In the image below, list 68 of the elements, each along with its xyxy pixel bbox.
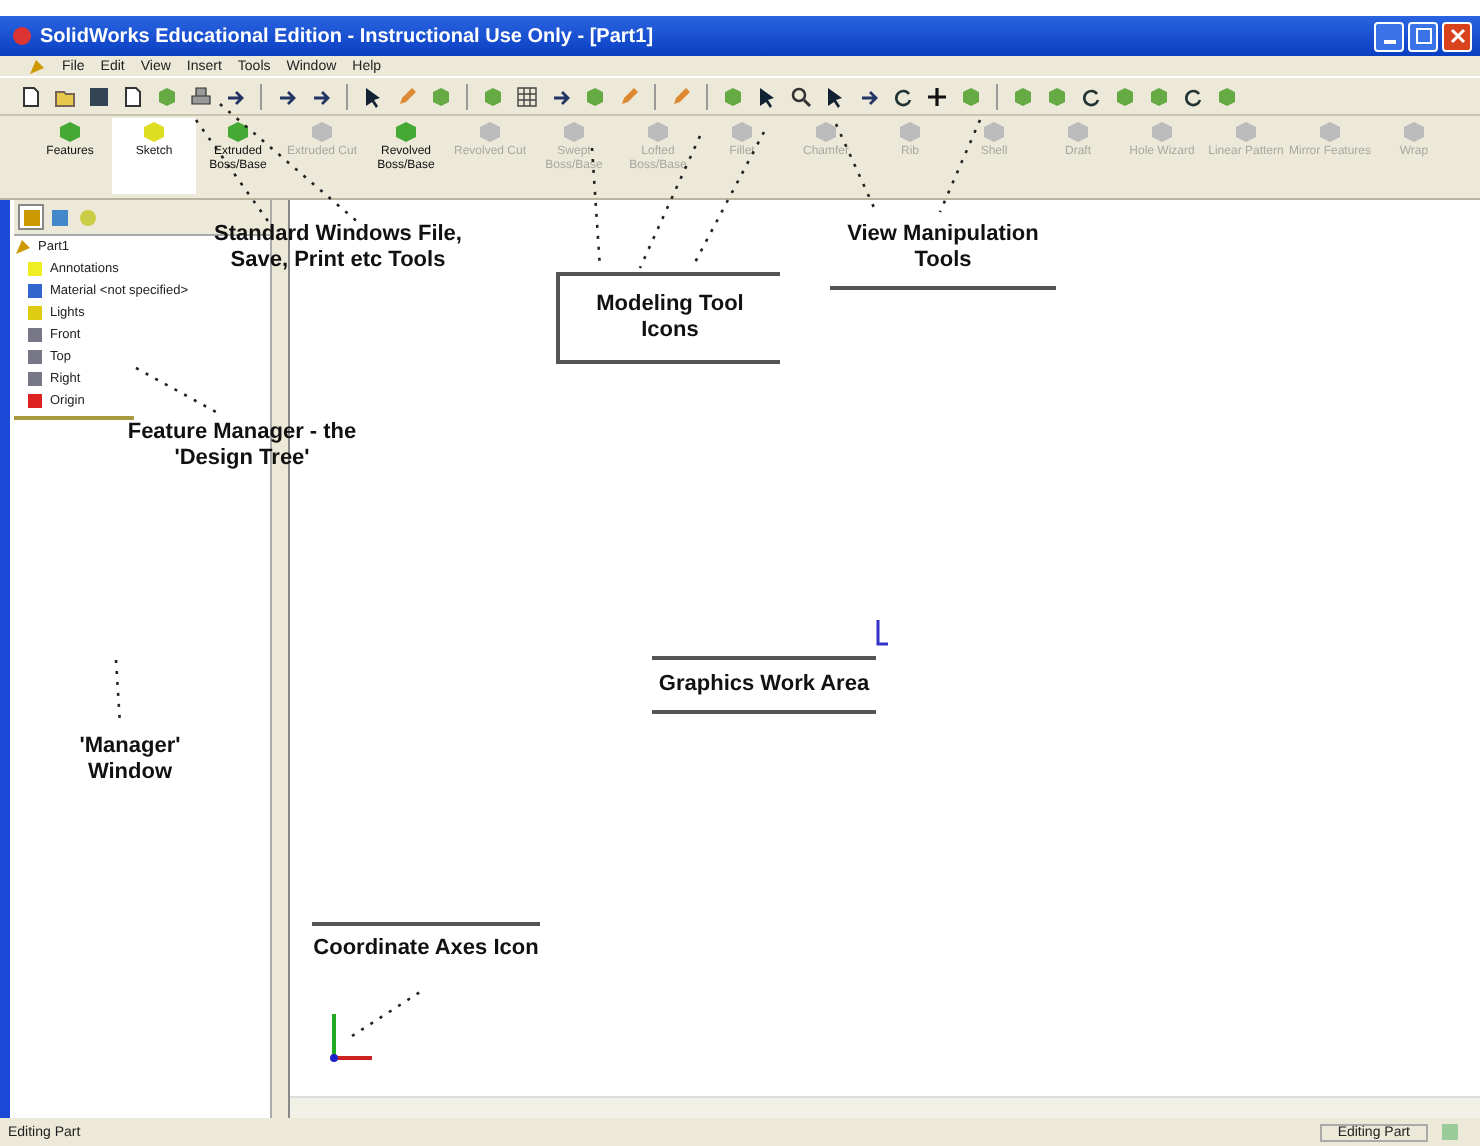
tab[interactable] (46, 204, 72, 230)
part-icon (14, 238, 32, 256)
callout-label: View Manipulation Tools (830, 216, 1056, 290)
callout-label: 'Manager' Window (77, 732, 183, 788)
callout-label: Modeling Tool Icons (556, 272, 780, 364)
rotate-icon (1080, 85, 1102, 107)
callout-label: Standard Windows File, Save, Print etc Tools (212, 220, 464, 276)
maximize-icon (1415, 28, 1431, 44)
arrow-icon (224, 85, 246, 107)
coordinate-axes-icon (328, 1010, 376, 1062)
page-icon (20, 85, 42, 107)
pencil-icon (618, 85, 640, 107)
callout-label: Coordinate Axes Icon (312, 922, 540, 968)
cube-icon (1066, 120, 1090, 144)
cube-icon (814, 120, 838, 144)
cube-icon (430, 85, 452, 107)
grid-icon (516, 85, 538, 107)
page-icon (122, 85, 144, 107)
cube-icon (394, 120, 418, 144)
cube-icon (1046, 85, 1068, 107)
maximize-button[interactable] (1408, 21, 1438, 51)
close-icon (1449, 28, 1465, 44)
cube-icon (562, 120, 586, 144)
pencil-icon (396, 85, 418, 107)
cube-icon (156, 85, 178, 107)
cube-icon (1150, 120, 1174, 144)
cube-icon (1318, 120, 1342, 144)
pencil-icon (670, 85, 692, 107)
cursor-icon (824, 85, 846, 107)
cube-icon (1234, 120, 1258, 144)
cursor-icon (362, 85, 384, 107)
cube-icon (730, 120, 754, 144)
minimize-button[interactable] (1374, 21, 1404, 51)
cube-icon (584, 85, 606, 107)
window-title: SolidWorks Educational Edition - Instructional Use Only - [Part1] (40, 25, 654, 47)
cube-icon (722, 85, 744, 107)
cube-icon (646, 120, 670, 144)
cursor-icon (756, 85, 778, 107)
callout-label: Graphics Work Area (652, 656, 876, 714)
cube-icon (1148, 85, 1170, 107)
printer-icon (190, 85, 212, 107)
plus-icon (926, 85, 948, 107)
cube-icon (482, 85, 504, 107)
cube-icon (58, 120, 82, 144)
callout-label: Feature Manager - the 'Design Tree' (125, 418, 359, 474)
toolbar-button[interactable] (512, 81, 542, 111)
tab[interactable] (18, 204, 44, 230)
arrow-icon (550, 85, 572, 107)
close-button[interactable] (1442, 21, 1472, 51)
cube-icon (1402, 120, 1426, 144)
cube-icon (478, 120, 502, 144)
cube-icon (1012, 85, 1034, 107)
cube-icon (142, 120, 166, 144)
arrow-icon (310, 85, 332, 107)
cube-icon (310, 120, 334, 144)
scroll-bar[interactable] (290, 1096, 1480, 1118)
cube-icon (226, 120, 250, 144)
search-icon (790, 85, 812, 107)
cube-icon (1216, 85, 1238, 107)
cube-icon (1114, 85, 1136, 107)
cube-icon (982, 120, 1006, 144)
cube-icon (960, 85, 982, 107)
cube-icon (898, 120, 922, 144)
rotate-icon (1182, 85, 1204, 107)
status-icon (1440, 1122, 1460, 1142)
arrow-icon (276, 85, 298, 107)
arrow-icon (858, 85, 880, 107)
rotate-icon (892, 85, 914, 107)
